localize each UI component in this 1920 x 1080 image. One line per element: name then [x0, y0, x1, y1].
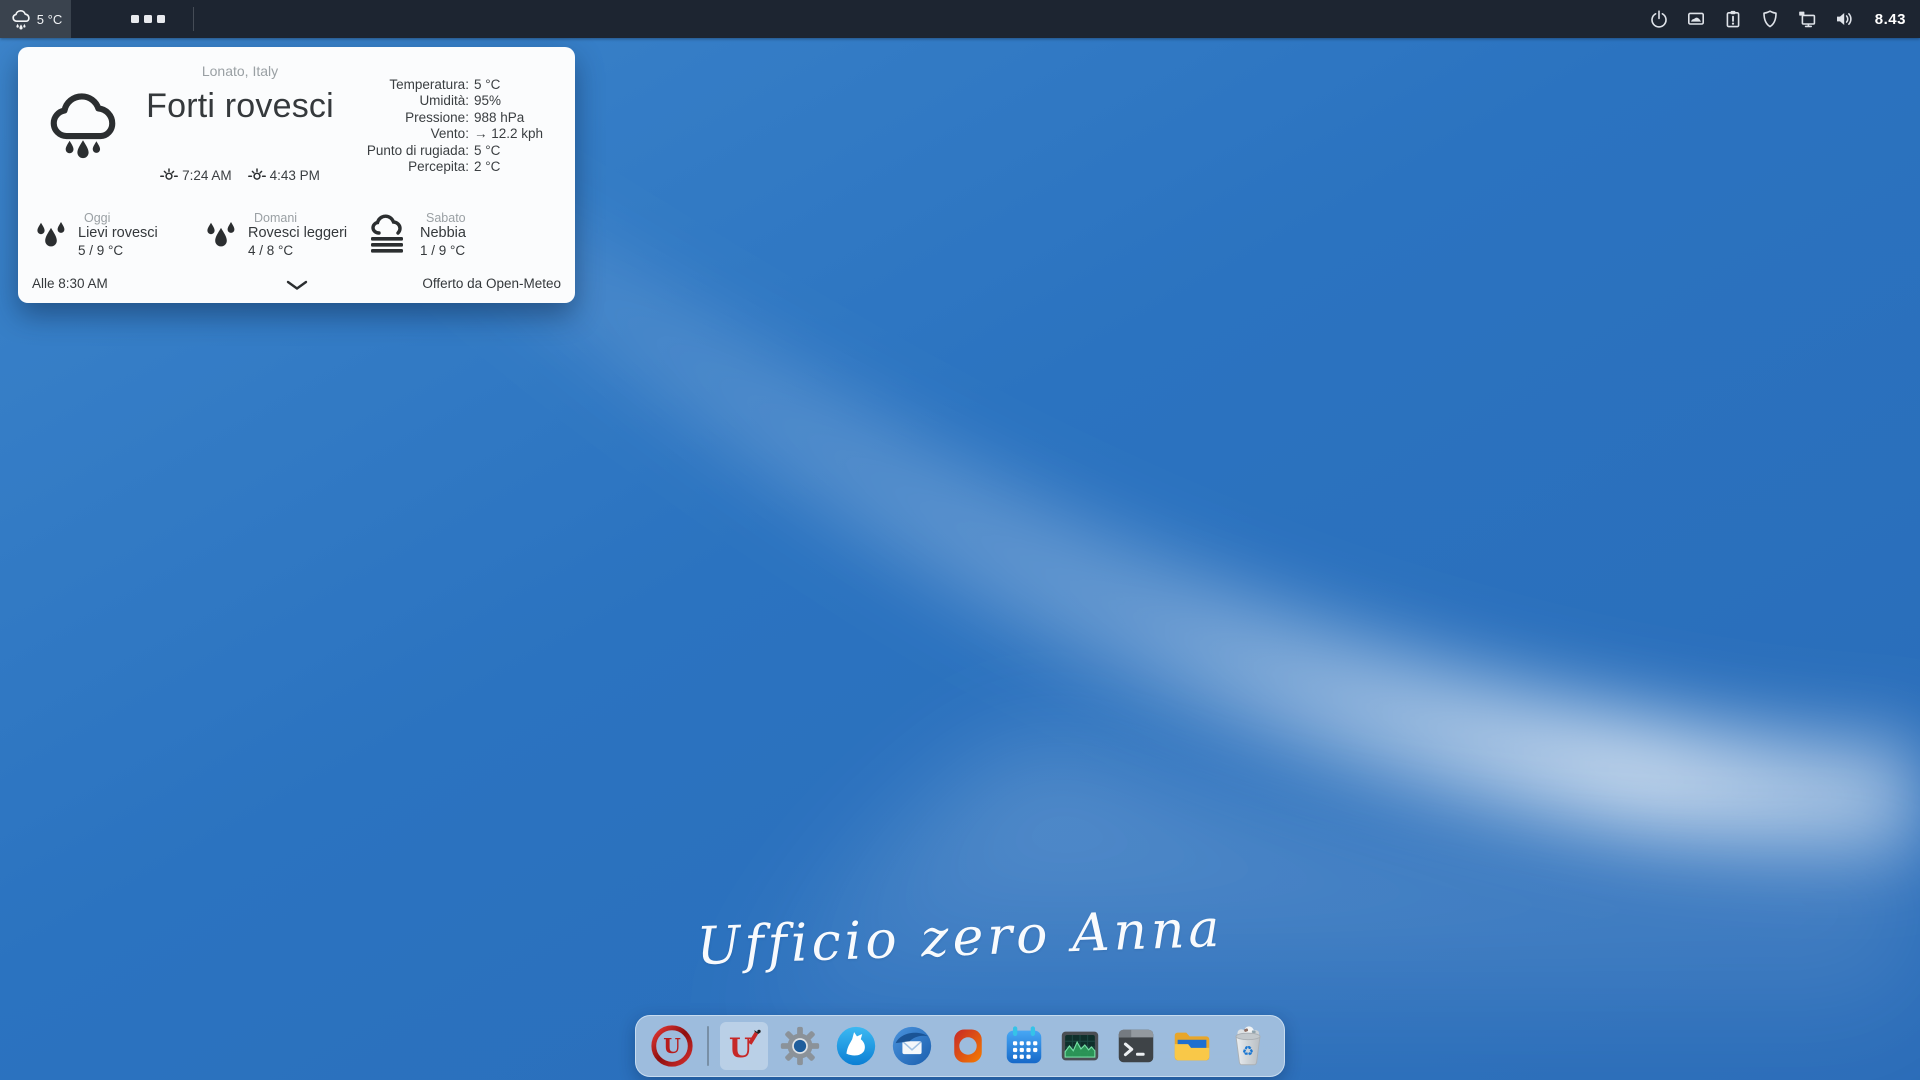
forecast-temps: 1 / 9 °C	[420, 242, 466, 259]
sun-times: 7:24 AM 4:43 PM	[110, 168, 370, 183]
detail-value: 5 °C	[474, 77, 543, 93]
dock-item-ufficio-zero-menu[interactable]: U	[648, 1022, 696, 1070]
detail-label: Vento:	[367, 126, 469, 142]
sunrise-icon	[160, 168, 178, 183]
panel-clock[interactable]: 8.43	[1875, 11, 1906, 28]
shield-icon[interactable]	[1760, 9, 1780, 29]
dot	[144, 15, 152, 23]
detail-value: 2 °C	[474, 159, 543, 175]
volume-icon[interactable]	[1834, 9, 1854, 29]
last-updated: Alle 8:30 AM	[32, 276, 108, 291]
forecast-day: Domani	[248, 211, 347, 225]
ufficio-zero-logo-icon: U	[649, 1023, 695, 1069]
panel-weather-applet[interactable]: 5 °C	[0, 0, 71, 38]
forecast-condition: Nebbia	[420, 225, 466, 242]
detail-value: 95%	[474, 93, 543, 109]
fog-icon	[366, 213, 410, 257]
detail-label: Umidità:	[367, 93, 469, 109]
detail-value: 5 °C	[474, 143, 543, 159]
weather-popup-card: Lonato, Italy Forti rovesci 7:24 AM	[18, 47, 575, 303]
uz-launcher-icon: U	[724, 1026, 764, 1066]
display-icon[interactable]	[1686, 9, 1706, 29]
dock-item-file-manager[interactable]	[1168, 1022, 1216, 1070]
detail-label: Pressione:	[367, 110, 469, 126]
forecast-day: Oggi	[78, 211, 158, 225]
dock-item-calendar[interactable]	[1000, 1022, 1048, 1070]
cloud-rain-icon	[9, 7, 33, 31]
weather-details: Temperatura: 5 °C Umidità: 95% Pressione…	[367, 77, 543, 175]
forecast-today: Oggi Lievi rovesci 5 / 9 °C	[34, 211, 158, 259]
rain-drops-icon	[204, 213, 238, 257]
detail-label: Temperatura:	[367, 77, 469, 93]
dock-item-thunderbird-mail[interactable]	[888, 1022, 936, 1070]
dock-item-system-monitor[interactable]	[1056, 1022, 1104, 1070]
forecast-condition: Rovesci leggeri	[248, 225, 347, 242]
office-icon	[946, 1024, 990, 1068]
forecast-condition: Lievi rovesci	[78, 225, 158, 242]
forecast-tomorrow: Domani Rovesci leggeri 4 / 8 °C	[204, 211, 347, 259]
rain-drops-icon	[34, 213, 68, 257]
terminal-icon	[1113, 1023, 1159, 1069]
forecast-saturday: Sabato Nebbia 1 / 9 °C	[366, 211, 466, 259]
dock-item-office-suite[interactable]	[944, 1022, 992, 1070]
sunset-icon	[248, 168, 266, 183]
svg-text:U: U	[663, 1034, 681, 1058]
power-icon[interactable]	[1649, 9, 1669, 29]
panel-temperature: 5 °C	[37, 12, 62, 27]
top-panel: 5 °C	[0, 0, 1920, 38]
dock-item-uz-launcher[interactable]: U	[720, 1022, 768, 1070]
dot	[131, 15, 139, 23]
panel-dots-menu[interactable]	[131, 0, 165, 38]
sunset-time: 4:43 PM	[270, 168, 320, 183]
dock-item-trash[interactable]: ♻	[1224, 1022, 1272, 1070]
weather-location: Lonato, Italy	[110, 63, 370, 79]
dot	[157, 15, 165, 23]
clipboard-icon[interactable]	[1723, 9, 1743, 29]
dock-separator	[707, 1026, 709, 1066]
dock-item-terminal[interactable]	[1112, 1022, 1160, 1070]
dock: U U	[635, 1015, 1285, 1077]
gear-icon	[777, 1023, 823, 1069]
dock-item-settings[interactable]	[776, 1022, 824, 1070]
detail-value: → 12.2 kph	[474, 126, 543, 142]
weather-card-footer: Alle 8:30 AM Offerto da Open-Meteo	[18, 267, 575, 303]
forecast-day: Sabato	[420, 211, 466, 225]
chevron-down-icon	[286, 280, 308, 291]
system-tray: 8.43	[1649, 0, 1920, 38]
trash-full-icon: ♻	[1225, 1023, 1271, 1069]
librewolf-icon	[833, 1023, 879, 1069]
forecast-temps: 5 / 9 °C	[78, 242, 158, 259]
svg-text:U: U	[729, 1034, 752, 1065]
provider-attribution: Offerto da Open-Meteo	[422, 276, 561, 291]
forecast-row: Oggi Lievi rovesci 5 / 9 °C Domani Roves…	[18, 211, 575, 267]
folder-icon	[1169, 1023, 1215, 1069]
dock-item-librewolf-browser[interactable]	[832, 1022, 880, 1070]
expand-forecast-button[interactable]	[279, 275, 315, 295]
system-monitor-icon	[1057, 1023, 1103, 1069]
detail-value: 988 hPa	[474, 110, 543, 126]
panel-separator	[193, 7, 194, 31]
network-icon[interactable]	[1797, 9, 1817, 29]
calendar-icon	[1001, 1023, 1047, 1069]
weather-condition-text: Forti rovesci	[100, 87, 380, 126]
detail-label: Percepita:	[367, 159, 469, 175]
forecast-temps: 4 / 8 °C	[248, 242, 347, 259]
svg-text:♻: ♻	[1242, 1045, 1254, 1060]
detail-label: Punto di rugiada:	[367, 143, 469, 159]
sunrise-time: 7:24 AM	[182, 168, 232, 183]
thunderbird-icon	[889, 1023, 935, 1069]
